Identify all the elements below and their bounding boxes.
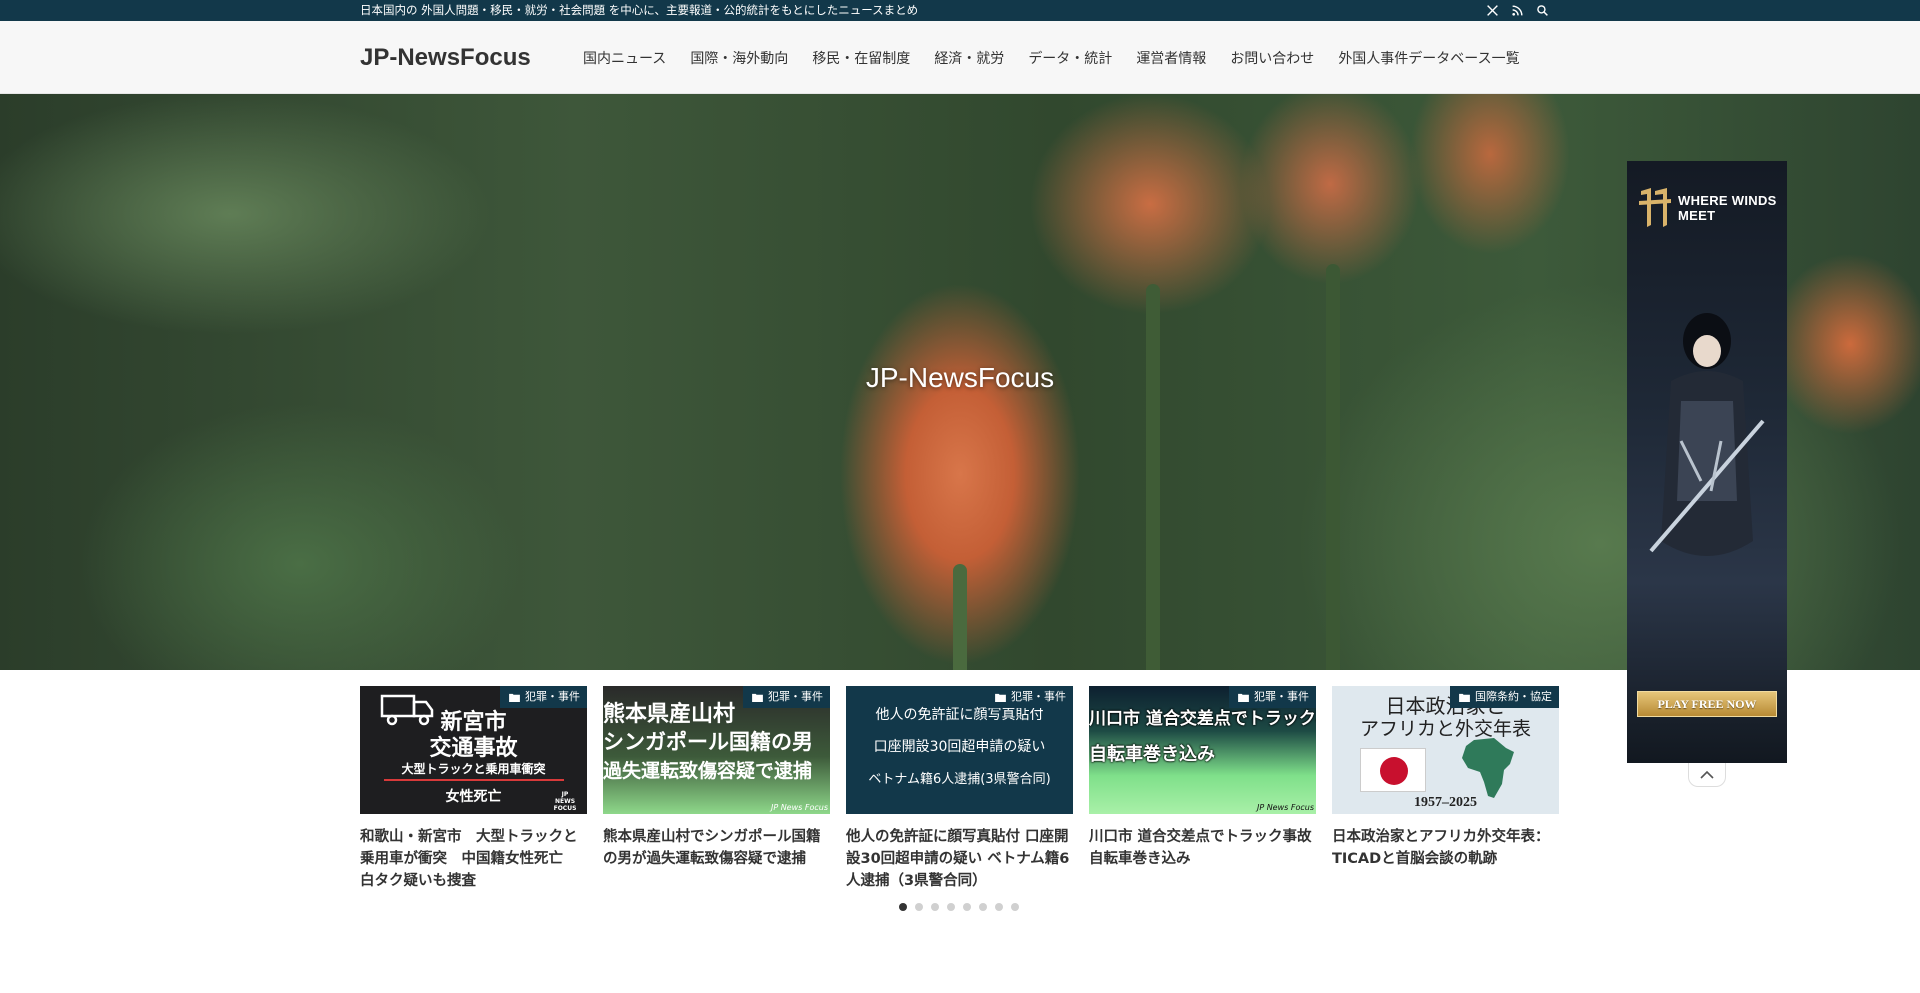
article-card[interactable]: 川口市 道合交差点でトラック事故 自転車巻き込み JP News Focus 犯… bbox=[1089, 686, 1326, 870]
category-badge: 犯罪・事件 bbox=[1229, 686, 1316, 708]
category-label: 犯罪・事件 bbox=[1254, 690, 1309, 703]
thumb-text: 自転車巻き込み bbox=[1089, 744, 1215, 765]
article-title[interactable]: 和歌山・新宮市 大型トラックと乗用車が衝突 中国籍女性死亡 白タク疑いも捜査 bbox=[360, 826, 587, 892]
article-thumbnail: 新宮市 交通事故 大型トラックと乗用車衝突 女性死亡 JP NEWS FOCUS… bbox=[360, 686, 587, 814]
play-free-now-button[interactable]: PLAY FREE NOW bbox=[1637, 691, 1777, 717]
ad-collapse-button[interactable] bbox=[1688, 763, 1726, 787]
folder-icon bbox=[1459, 693, 1470, 702]
pager-dot[interactable] bbox=[899, 903, 907, 911]
rss-icon[interactable] bbox=[1509, 3, 1525, 19]
folder-icon bbox=[752, 693, 763, 702]
pager-dot[interactable] bbox=[1011, 903, 1019, 911]
top-icons bbox=[1484, 0, 1550, 21]
category-badge: 犯罪・事件 bbox=[743, 686, 830, 708]
article-thumbnail: 川口市 道合交差点でトラック事故 自転車巻き込み JP News Focus 犯… bbox=[1089, 686, 1316, 814]
article-card[interactable]: 新宮市 交通事故 大型トラックと乗用車衝突 女性死亡 JP NEWS FOCUS… bbox=[360, 686, 587, 892]
thumb-watermark: JP NEWS FOCUS bbox=[553, 791, 577, 812]
thumb-text: ベトナム籍6人逮捕(3県警合同) bbox=[868, 772, 1051, 787]
nav-international[interactable]: 国際・海外動向 bbox=[678, 48, 800, 68]
article-title[interactable]: 日本政治家とアフリカ外交年表：TICADと首脳会談の軌跡 bbox=[1332, 826, 1559, 870]
category-badge: 犯罪・事件 bbox=[500, 686, 587, 708]
article-thumbnail: 他人の免許証に顔写真貼付 口座開設30回超申請の疑い ベトナム籍6人逮捕(3県警… bbox=[846, 686, 1073, 814]
thumb-text: 口座開設30回超申請の疑い bbox=[873, 739, 1046, 755]
article-title[interactable]: 熊本県産山村でシンガポール国籍の男が過失運転致傷容疑で逮捕 bbox=[603, 826, 830, 870]
nav-database[interactable]: 外国人事件データベース一覧 bbox=[1326, 48, 1531, 68]
category-label: 国際条約・協定 bbox=[1475, 690, 1552, 703]
site-header: JP-NewsFocus 国内ニュース 国際・海外動向 移民・在留制度 経済・就… bbox=[0, 21, 1920, 94]
ad-character-image bbox=[1649, 313, 1765, 556]
article-card[interactable]: 他人の免許証に顔写真貼付 口座開設30回超申請の疑い ベトナム籍6人逮捕(3県警… bbox=[846, 686, 1073, 892]
thumb-text: 1957–2025 bbox=[1414, 795, 1477, 810]
category-badge: 国際条約・協定 bbox=[1450, 686, 1559, 708]
hero-stem bbox=[953, 564, 967, 670]
top-bar: 日本国内の 外国人問題・移民・就労・社会問題 を中心に、主要報道・公的統計をもと… bbox=[0, 0, 1920, 21]
category-badge: 犯罪・事件 bbox=[986, 686, 1073, 708]
game-logo-icon bbox=[1639, 188, 1671, 227]
thumb-text: 過失運転致傷容疑で逮捕 bbox=[603, 760, 813, 782]
nav-data[interactable]: データ・統計 bbox=[1016, 48, 1124, 68]
chevron-up-icon bbox=[1700, 770, 1714, 779]
x-icon[interactable] bbox=[1484, 3, 1500, 19]
pager-dot[interactable] bbox=[931, 903, 939, 911]
main-nav: 国内ニュース 国際・海外動向 移民・在留制度 経済・就労 データ・統計 運営者情… bbox=[571, 21, 1532, 94]
article-card[interactable]: 日本政治家と アフリカと外交年表 1957–2025 国際条約・協定 日本政治家… bbox=[1332, 686, 1559, 870]
nav-contact[interactable]: お問い合わせ bbox=[1218, 48, 1326, 68]
pager-dot[interactable] bbox=[995, 903, 1003, 911]
thumb-text: 大型トラックと乗用車衝突 bbox=[401, 762, 546, 776]
nav-economy[interactable]: 経済・就労 bbox=[922, 48, 1016, 68]
category-label: 犯罪・事件 bbox=[525, 690, 580, 703]
thumb-text: シンガポール国籍の男 bbox=[603, 730, 813, 754]
hero-stem bbox=[1146, 284, 1160, 670]
pager-dot[interactable] bbox=[979, 903, 987, 911]
thumb-divider bbox=[384, 779, 564, 781]
category-label: 犯罪・事件 bbox=[768, 690, 823, 703]
nav-domestic-news[interactable]: 国内ニュース bbox=[571, 48, 678, 68]
category-label: 犯罪・事件 bbox=[1011, 690, 1066, 703]
thumb-text: 熊本県産山村 bbox=[603, 702, 736, 727]
article-title[interactable]: 他人の免許証に顔写真貼付 口座開設30回超申請の疑い ベトナム籍6人逮捕（3県警… bbox=[846, 826, 1073, 892]
article-card[interactable]: 熊本県産山村 シンガポール国籍の男 過失運転致傷容疑で逮捕 JP News Fo… bbox=[603, 686, 830, 870]
article-title[interactable]: 川口市 道合交差点でトラック事故 自転車巻き込み bbox=[1089, 826, 1326, 870]
article-carousel: 新宮市 交通事故 大型トラックと乗用車衝突 女性死亡 JP NEWS FOCUS… bbox=[360, 686, 1560, 896]
article-thumbnail: 熊本県産山村 シンガポール国籍の男 過失運転致傷容疑で逮捕 JP News Fo… bbox=[603, 686, 830, 814]
folder-icon bbox=[509, 693, 520, 702]
thumb-watermark: JP News Focus bbox=[770, 803, 828, 812]
nav-about[interactable]: 運営者情報 bbox=[1124, 48, 1218, 68]
thumb-text: アフリカと外交年表 bbox=[1359, 719, 1531, 740]
site-logo[interactable]: JP-NewsFocus bbox=[360, 21, 531, 94]
nav-immigration[interactable]: 移民・在留制度 bbox=[800, 48, 922, 68]
pager-dot[interactable] bbox=[947, 903, 955, 911]
africa-map-icon bbox=[1462, 738, 1514, 798]
japan-flag-icon bbox=[1360, 748, 1426, 792]
pager-dot[interactable] bbox=[963, 903, 971, 911]
search-icon[interactable] bbox=[1534, 3, 1550, 19]
site-tagline: 日本国内の 外国人問題・移民・就労・社会問題 を中心に、主要報道・公的統計をもと… bbox=[360, 3, 919, 17]
article-thumbnail: 日本政治家と アフリカと外交年表 1957–2025 国際条約・協定 bbox=[1332, 686, 1559, 814]
carousel-pager bbox=[899, 903, 1019, 911]
folder-icon bbox=[995, 693, 1006, 702]
sidebar-ad[interactable]: WHERE WINDS MEET PLAY FREE NOW bbox=[1627, 161, 1787, 763]
pager-dot[interactable] bbox=[915, 903, 923, 911]
ad-brand: WHERE WINDS MEET bbox=[1678, 193, 1777, 223]
hero-stem bbox=[1326, 264, 1340, 670]
thumb-watermark: JP News Focus bbox=[1256, 803, 1314, 812]
folder-icon bbox=[1238, 693, 1249, 702]
thumb-text: 交通事故 bbox=[429, 736, 518, 761]
